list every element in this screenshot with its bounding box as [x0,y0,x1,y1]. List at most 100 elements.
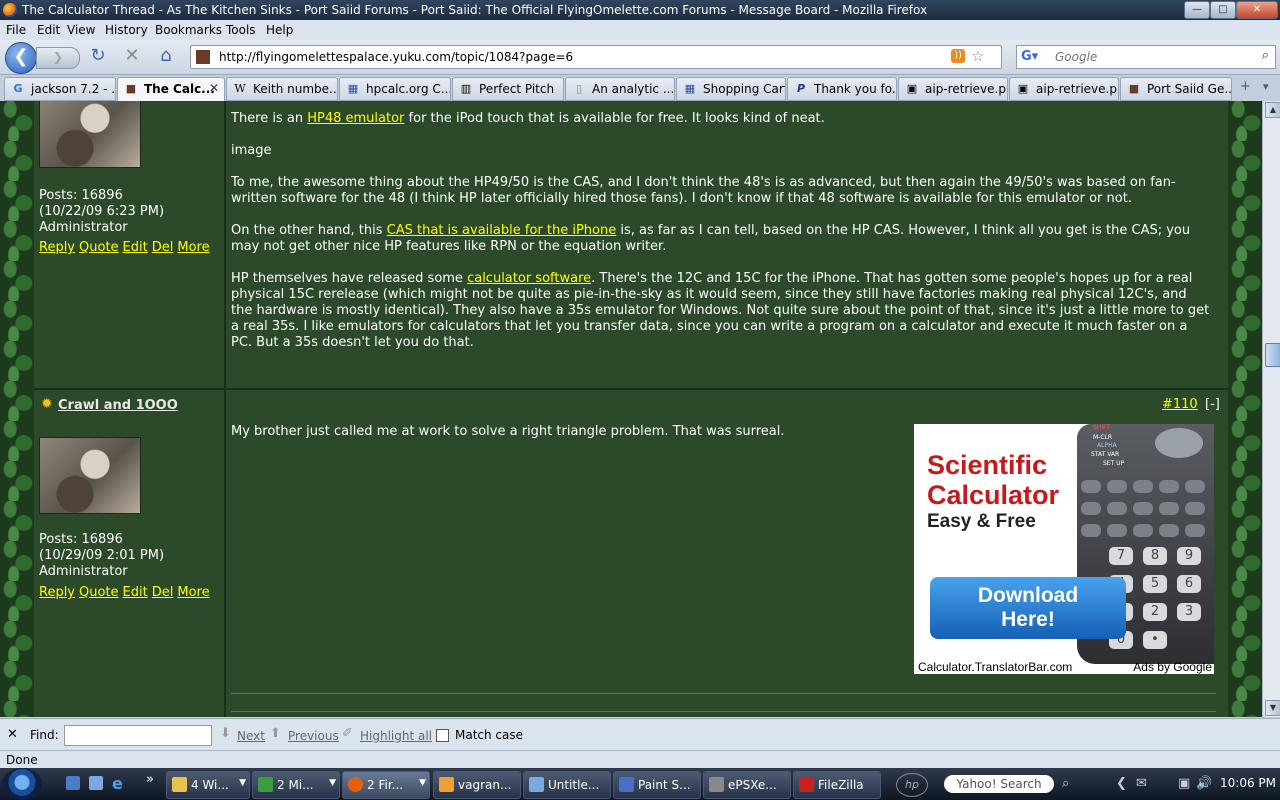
calc-key-7: 7 [1109,547,1133,565]
find-input[interactable] [64,725,212,746]
tab-aip-retrieve-2[interactable]: ▣ aip-retrieve.p... [1009,77,1119,101]
edit-link[interactable]: Edit [123,240,148,255]
rss-feed-icon[interactable]: )) [951,49,965,63]
collapse-post-button[interactable]: [-] [1205,397,1220,412]
tab-keith-number[interactable]: W Keith numbe... [226,77,338,101]
search-bar[interactable]: G▾ ⌕ [1016,45,1276,69]
post1-paragraph-4: On the other hand, this CAS that is avai… [231,223,1211,255]
menu-edit[interactable]: Edit [37,23,60,37]
home-icon[interactable]: ⌂ [156,46,176,66]
avatar[interactable] [39,437,141,514]
ad-url[interactable]: Calculator.TranslatorBar.com [918,660,1072,674]
tab-thank-you[interactable]: P Thank you fo... [787,77,897,101]
taskbar-item-firefox[interactable]: 2 Fir... ▼ [342,771,430,799]
find-next-button[interactable]: Next [237,729,265,743]
menu-file[interactable]: File [6,23,26,37]
cas-iphone-link[interactable]: CAS that is available for the iPhone [387,223,617,238]
switch-windows-icon[interactable] [89,776,103,790]
menu-tools[interactable]: Tools [226,23,256,37]
yahoo-search-box[interactable]: Yahoo! Search [944,775,1054,793]
search-icon[interactable]: ⌕ [1262,48,1269,63]
taskbar-item-paint[interactable]: Paint S... [613,771,701,799]
network-icon[interactable]: ▣ [1178,776,1190,791]
scroll-thumb[interactable] [1265,343,1280,367]
stop-icon[interactable]: ✕ [122,46,142,66]
reply-link[interactable]: Reply [39,240,75,255]
taskbar-item-filezilla[interactable]: FileZilla [793,771,881,799]
taskbar-item-notepad[interactable]: Untitle... [523,771,611,799]
calculator-ad[interactable]: SHIFT M-CLR ALPHA STAT VAR SET UP 7 8 9 [914,424,1214,674]
tab-aip-retrieve-1[interactable]: ▣ aip-retrieve.p... [898,77,1008,101]
scroll-down-arrow-icon[interactable]: ▼ [1265,700,1280,716]
taskbar-item-windows[interactable]: 4 Wi... ▼ [166,771,250,799]
quote-link[interactable]: Quote [79,240,119,255]
menu-history[interactable]: History [105,23,148,37]
reply-link[interactable]: Reply [39,585,75,600]
menu-bookmarks[interactable]: Bookmarks [155,23,222,37]
username-link[interactable]: Crawl and 1OOO [58,398,178,413]
tray-expand-icon[interactable]: ❮ [1116,776,1127,791]
ads-by-google[interactable]: Ads by Google [1133,660,1212,674]
post-number-link[interactable]: #110 [1162,397,1198,412]
calculator-software-link[interactable]: calculator software [467,271,591,286]
google-icon[interactable]: G▾ [1021,49,1038,65]
clock[interactable]: 10:06 PM [1220,776,1276,790]
search-icon[interactable]: ⌕ [1062,776,1069,791]
menu-view[interactable]: View [67,23,95,37]
back-button[interactable]: ❮ [5,42,37,74]
bookmark-star-icon[interactable]: ☆ [971,47,984,65]
forward-button[interactable]: ❯ [36,47,80,69]
find-previous-button[interactable]: Previous [288,729,339,743]
post2-actions: Reply Quote Edit Del More [39,585,214,600]
new-tab-button[interactable]: + [1240,79,1251,94]
tab-port-saiid[interactable]: ■ Port Saiid Ge... [1120,77,1232,101]
mail-icon[interactable]: ✉ [1136,776,1147,791]
volume-icon[interactable]: 🔊 [1196,776,1212,791]
quick-launch-more-icon[interactable]: » [146,772,154,787]
tab-label: Keith numbe... [253,82,338,96]
avatar[interactable] [39,101,141,168]
more-link[interactable]: More [177,240,209,255]
hp48-emulator-link[interactable]: HP48 emulator [307,111,404,126]
close-tab-icon[interactable]: ✕ [209,81,219,95]
ad-download-button[interactable]: Download Here! [930,577,1126,639]
taskbar-item-epsxe[interactable]: ePSXe... [703,771,791,799]
taskbar-item-excel[interactable]: 2 Mi... ▼ [252,771,340,799]
delete-link[interactable]: Del [152,585,174,600]
match-case-label[interactable]: Match case [455,728,523,742]
menu-help[interactable]: Help [266,23,293,37]
url-input[interactable] [217,48,941,66]
ad-headline: Scientific Calculator [927,450,1059,510]
tab-perfect-pitch[interactable]: ▥ Perfect Pitch [452,77,564,101]
paint-icon [619,777,634,792]
maximize-button[interactable]: □ [1210,1,1236,19]
vertical-scrollbar[interactable]: ▲ ▼ [1262,101,1280,717]
next-arrow-icon: ⬇ [220,726,231,741]
tab-analytic[interactable]: ▯ An analytic ... [565,77,675,101]
reload-icon[interactable]: ↻ [88,46,108,66]
minimize-button[interactable]: — [1184,1,1210,19]
calc-key [1107,524,1127,537]
edit-link[interactable]: Edit [123,585,148,600]
tab-jackson[interactable]: G jackson 7.2 - ... [4,77,116,101]
delete-link[interactable]: Del [152,240,174,255]
taskbar-item-vagrant[interactable]: vagran... [433,771,521,799]
list-all-tabs-button[interactable]: ▾ [1263,80,1269,93]
tab-hpcalc[interactable]: ▦ hpcalc.org C... [339,77,451,101]
scroll-up-arrow-icon[interactable]: ▲ [1265,102,1280,118]
match-case-checkbox[interactable] [436,729,449,742]
internet-explorer-icon[interactable]: e [112,774,123,793]
quote-link[interactable]: Quote [79,585,119,600]
tab-label: Thank you fo... [814,82,897,96]
highlight-all-button[interactable]: Highlight all [360,729,432,743]
more-link[interactable]: More [177,585,209,600]
start-button[interactable] [2,768,42,800]
close-window-button[interactable]: ✕ [1236,1,1278,19]
tab-shopping-cart[interactable]: ▦ Shopping Cart [676,77,786,101]
close-find-bar-icon[interactable]: ✕ [7,727,18,742]
background-foliage-left [0,101,34,717]
show-desktop-icon[interactable] [66,776,80,790]
url-bar[interactable]: )) ☆ [190,45,1002,69]
search-input[interactable] [1053,49,1247,65]
tab-calculator-thread[interactable]: ■ The Calc... ✕ [117,77,225,103]
